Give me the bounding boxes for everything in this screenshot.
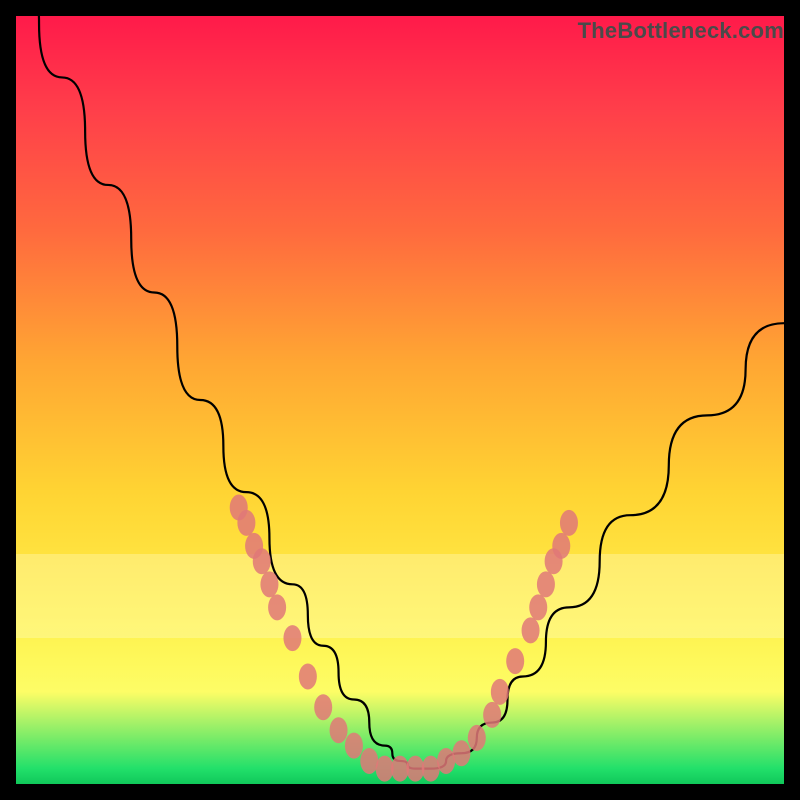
data-point	[437, 748, 455, 774]
data-point	[529, 594, 547, 620]
data-point	[360, 748, 378, 774]
data-point	[345, 733, 363, 759]
data-point	[422, 756, 440, 782]
data-point	[237, 510, 255, 536]
data-point	[452, 740, 470, 766]
data-point	[299, 663, 317, 689]
chart-svg	[16, 16, 784, 784]
data-point	[491, 679, 509, 705]
data-point	[560, 510, 578, 536]
scatter-points	[230, 495, 578, 782]
bottleneck-curve	[16, 16, 784, 769]
data-point	[253, 548, 271, 574]
data-point	[483, 702, 501, 728]
data-point	[260, 571, 278, 597]
data-point	[376, 756, 394, 782]
data-point	[406, 756, 424, 782]
data-point	[537, 571, 555, 597]
data-point	[391, 756, 409, 782]
data-point	[552, 533, 570, 559]
data-point	[468, 725, 486, 751]
data-point	[522, 617, 540, 643]
data-point	[314, 694, 332, 720]
data-point	[506, 648, 524, 674]
data-point	[283, 625, 301, 651]
data-point	[330, 717, 348, 743]
data-point	[268, 594, 286, 620]
chart-frame: TheBottleneck.com	[16, 16, 784, 784]
